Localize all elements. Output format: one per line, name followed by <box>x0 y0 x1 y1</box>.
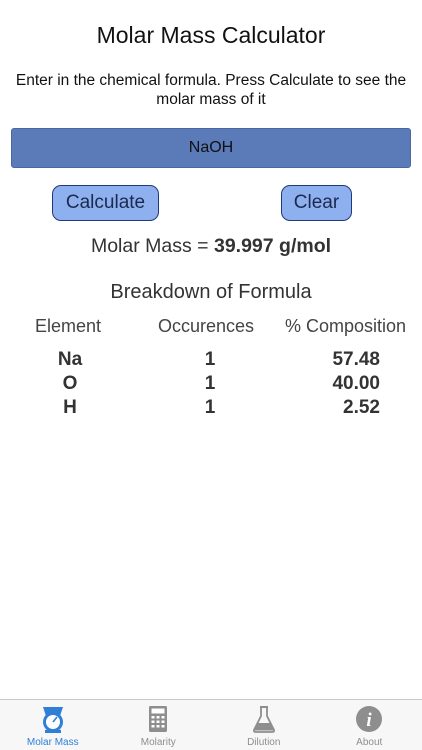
formula-input[interactable] <box>11 128 411 168</box>
tab-bar: Molar Mass Molarity Dilution i About <box>0 699 422 750</box>
tab-molarity[interactable]: Molarity <box>106 700 212 750</box>
breakdown-table: Na 1 57.48 O 1 40.00 H 1 2.52 <box>0 349 422 421</box>
molar-mass-label: Molar Mass = <box>90 235 214 257</box>
tab-label: About <box>356 737 383 748</box>
flask-icon <box>252 706 275 733</box>
tab-molar-mass[interactable]: Molar Mass <box>0 700 106 750</box>
clear-button[interactable]: Clear <box>281 185 352 221</box>
column-header-element: Element <box>35 316 102 336</box>
tab-label: Dilution <box>247 737 281 748</box>
scale-icon <box>42 707 63 733</box>
page-title: Molar Mass Calculator <box>96 22 326 48</box>
occurrences-cell: 1 <box>204 349 216 370</box>
svg-text:i: i <box>367 710 373 731</box>
element-cell: O <box>62 373 78 394</box>
app-screen: Molar Mass Calculator Enter in the chemi… <box>0 0 422 750</box>
occurrences-cell: 1 <box>204 397 216 418</box>
table-row: H 1 2.52 <box>0 397 422 421</box>
calculator-icon <box>149 706 168 732</box>
calculate-button[interactable]: Calculate <box>52 185 159 221</box>
composition-cell: 2.52 <box>343 397 380 418</box>
composition-cell: 57.48 <box>332 349 380 370</box>
molar-mass-value: 39.997 g/mol <box>213 235 332 257</box>
tab-dilution[interactable]: Dilution <box>211 700 317 750</box>
table-row: Na 1 57.48 <box>0 349 422 373</box>
column-header-composition: % Composition <box>285 316 407 336</box>
occurrences-cell: 1 <box>204 373 216 394</box>
column-header-occurences: Occurences <box>158 316 255 336</box>
composition-cell: 40.00 <box>332 373 380 394</box>
tab-label: Molar Mass <box>26 737 79 748</box>
molar-mass-result: Molar Mass = 39.997 g/mol <box>0 235 422 258</box>
table-row: O 1 40.00 <box>0 373 422 397</box>
info-icon: i <box>356 706 383 732</box>
breakdown-title: Breakdown of Formula <box>110 281 312 303</box>
instructions-text: Enter in the chemical formula. Press Cal… <box>15 72 407 108</box>
element-cell: Na <box>57 349 83 370</box>
element-cell: H <box>63 397 77 418</box>
tab-about[interactable]: i About <box>317 700 422 750</box>
tab-label: Molarity <box>140 737 176 748</box>
